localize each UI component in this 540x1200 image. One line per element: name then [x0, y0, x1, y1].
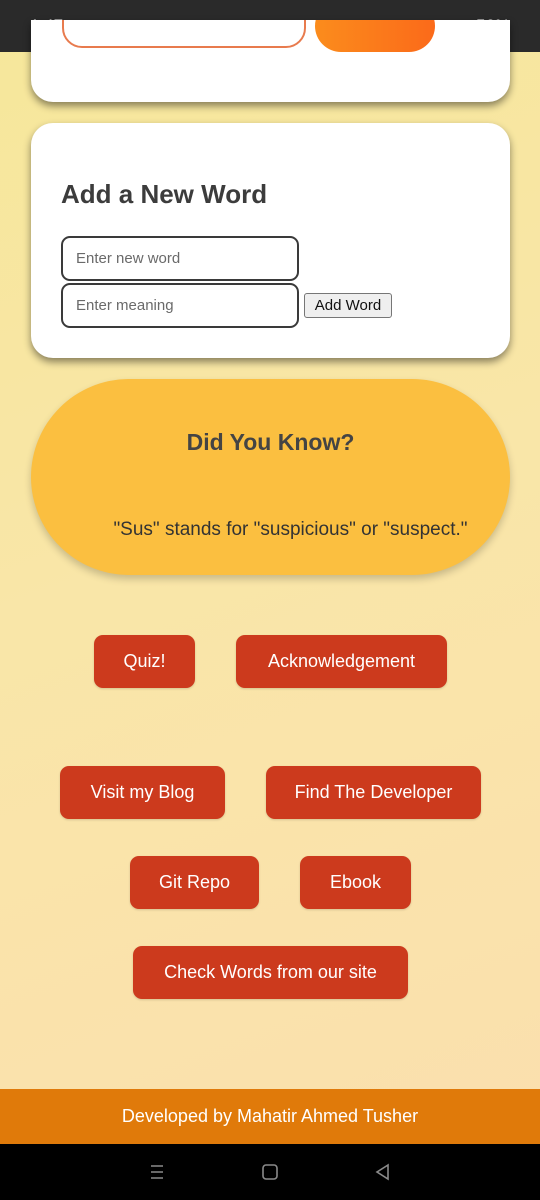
find-developer-button[interactable]: Find The Developer: [266, 766, 481, 819]
add-word-button[interactable]: Add Word: [304, 293, 392, 318]
footer: Developed by Mahatir Ahmed Tusher: [0, 1089, 540, 1144]
quiz-button[interactable]: Quiz!: [94, 635, 195, 688]
acknowledgement-button[interactable]: Acknowledgement: [236, 635, 447, 688]
recent-apps-icon[interactable]: [146, 1161, 168, 1183]
navigation-bar: [0, 1144, 540, 1200]
home-icon[interactable]: [259, 1161, 281, 1183]
did-you-know-card: Did You Know? "Sus" stands for "suspicio…: [31, 379, 510, 575]
check-words-button[interactable]: Check Words from our site: [133, 946, 408, 999]
search-button[interactable]: [315, 20, 435, 52]
back-icon[interactable]: [372, 1161, 394, 1183]
search-card: [31, 20, 510, 102]
footer-text: Developed by Mahatir Ahmed Tusher: [121, 1106, 419, 1126]
git-repo-button[interactable]: Git Repo: [130, 856, 259, 909]
add-word-card: Add a New Word Add Word: [31, 123, 510, 358]
new-word-input[interactable]: [61, 236, 299, 281]
meaning-input[interactable]: [61, 283, 299, 328]
visit-blog-button[interactable]: Visit my Blog: [60, 766, 225, 819]
did-you-know-title: Did You Know?: [186, 429, 355, 455]
add-word-title: Add a New Word: [61, 179, 268, 209]
ebook-button[interactable]: Ebook: [300, 856, 411, 909]
did-you-know-fact: "Sus" stands for "suspicious" or "suspec…: [113, 519, 468, 540]
search-input[interactable]: [62, 20, 306, 48]
